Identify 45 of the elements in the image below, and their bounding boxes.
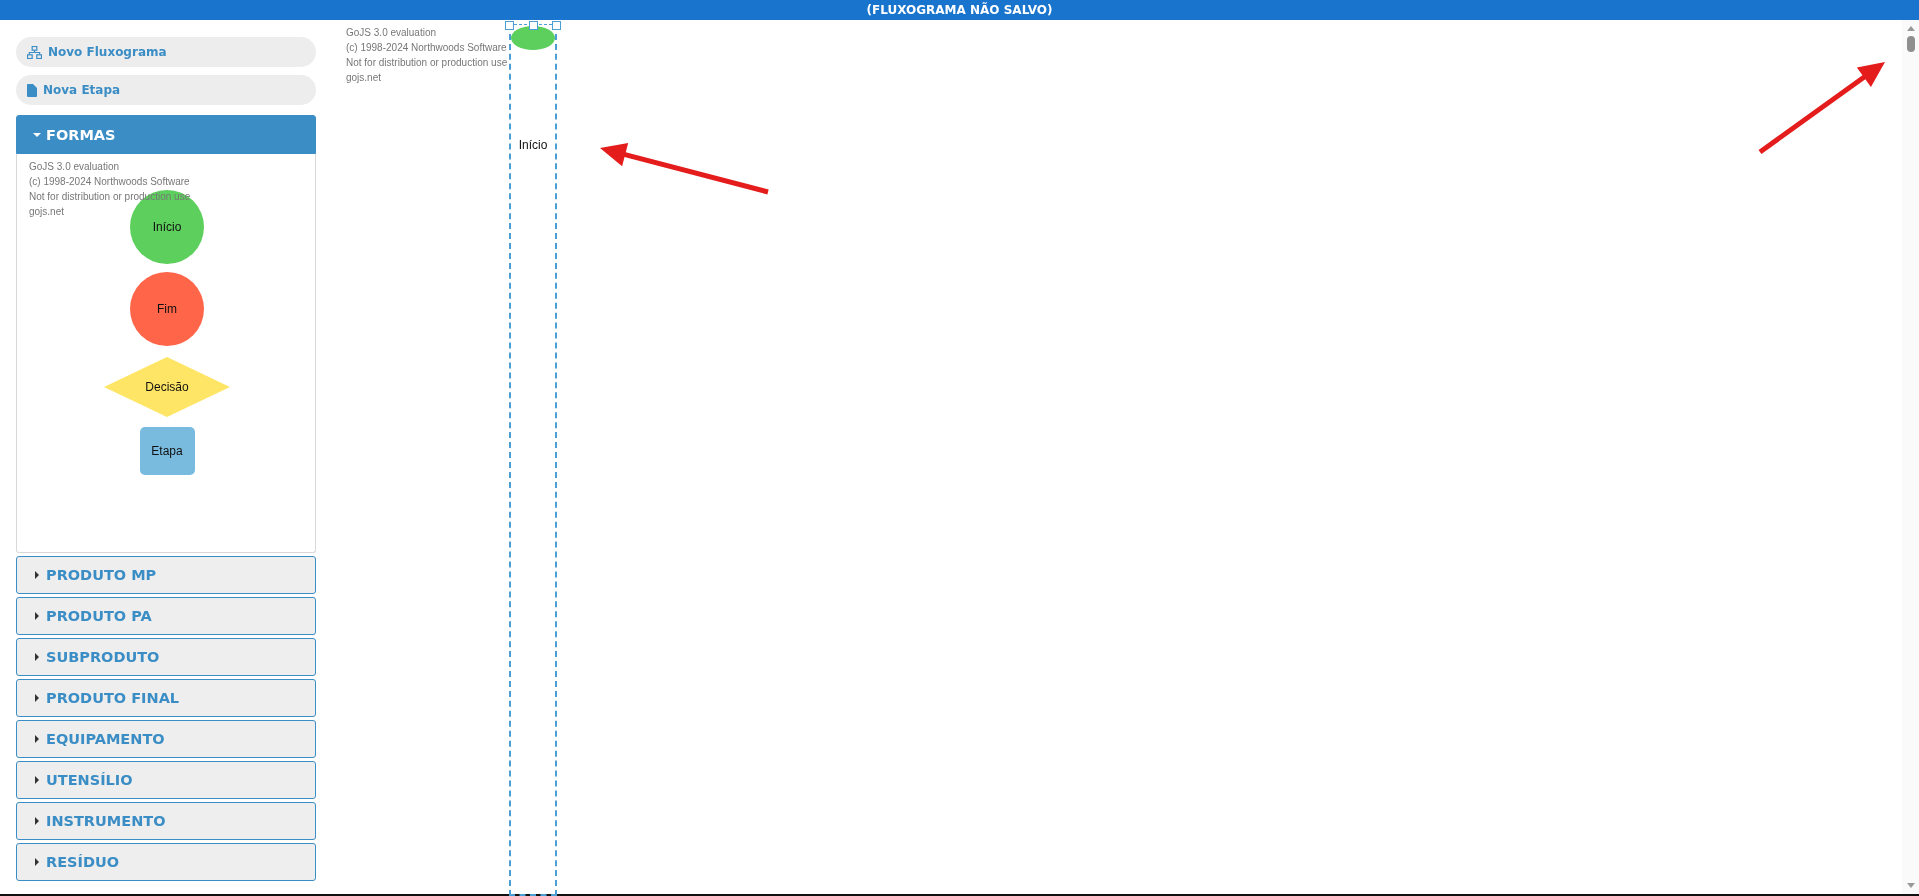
- palette-shape[interactable]: [104, 357, 230, 417]
- watermark-text: gojs.net: [29, 206, 65, 217]
- shape-label: Início: [152, 220, 182, 234]
- watermark-text: gojs.net: [346, 71, 382, 85]
- caret-right-icon: [33, 817, 41, 825]
- shape-label: Fim: [157, 302, 177, 316]
- node-label: Início: [518, 138, 548, 152]
- caret-right-icon: [33, 776, 41, 784]
- scroll-up-icon[interactable]: [1906, 26, 1915, 31]
- window-title: (FLUXOGRAMA NÃO SALVO): [866, 3, 1053, 17]
- accordion-header[interactable]: PRODUTO PA: [16, 597, 316, 635]
- caret-down-icon: [33, 130, 41, 139]
- accordion-header[interactable]: INSTRUMENTO: [16, 802, 316, 840]
- caret-right-icon: [33, 653, 41, 661]
- palette-shape[interactable]: [140, 427, 195, 475]
- file-icon: [27, 83, 37, 97]
- shape-label: Decisão: [145, 380, 189, 394]
- accordion-header[interactable]: FORMAS: [16, 115, 316, 154]
- accordion-header[interactable]: RESÍDUO: [16, 843, 316, 881]
- accordion-header[interactable]: UTENSÍLIO: [16, 761, 316, 799]
- caret-right-icon: [33, 735, 41, 743]
- toolbar-button[interactable]: Nova Etapa: [16, 75, 316, 105]
- watermark-text: Not for distribution or production use: [346, 56, 508, 70]
- scrollbar[interactable]: [1902, 20, 1919, 894]
- watermark-text: (c) 1998-2024 Northwoods Software: [346, 41, 507, 55]
- caret-right-icon: [33, 571, 41, 579]
- resize-handle[interactable]: [505, 21, 514, 30]
- accordion-header[interactable]: PRODUTO FINAL: [16, 679, 316, 717]
- watermark-text: GoJS 3.0 evaluation: [29, 161, 120, 172]
- shape-label: Etapa: [151, 444, 183, 458]
- watermark-text: GoJS 3.0 evaluation: [346, 26, 437, 40]
- scroll-thumb[interactable]: [1906, 36, 1915, 52]
- palette-shape[interactable]: [130, 272, 204, 346]
- accordion-header[interactable]: PRODUTO MP: [16, 556, 316, 594]
- caret-right-icon: [33, 694, 41, 702]
- toolbar-button[interactable]: Novo Fluxograma: [16, 37, 316, 67]
- resize-handle[interactable]: [552, 21, 561, 30]
- sitemap-icon: [27, 45, 42, 59]
- scroll-down-icon[interactable]: [1906, 883, 1915, 888]
- caret-right-icon: [33, 858, 41, 866]
- caret-right-icon: [33, 612, 41, 620]
- accordion-header[interactable]: EQUIPAMENTO: [16, 720, 316, 758]
- resize-handle[interactable]: [529, 21, 538, 30]
- watermark-text: (c) 1998-2024 Northwoods Software: [29, 176, 190, 187]
- accordion-header[interactable]: SUBPRODUTO: [16, 638, 316, 676]
